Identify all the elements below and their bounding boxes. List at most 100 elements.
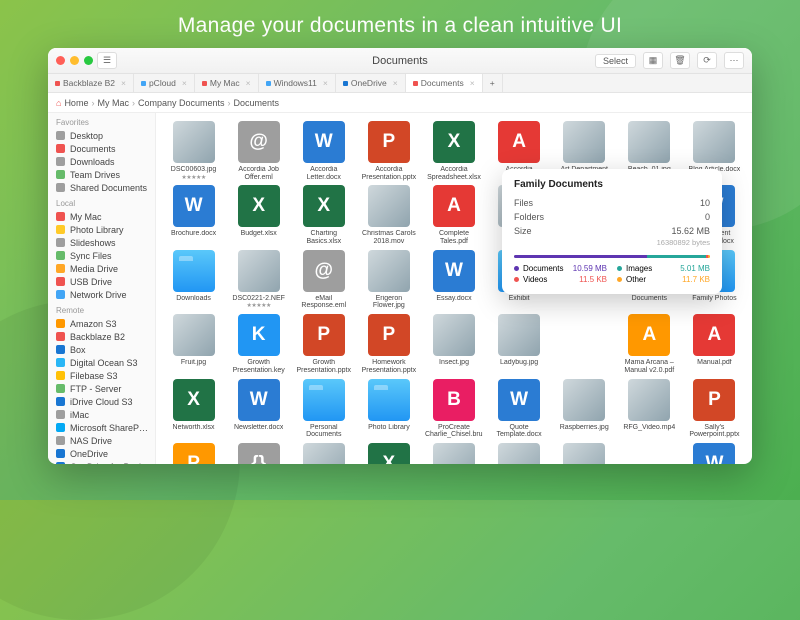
select-button[interactable]: Select	[595, 54, 636, 68]
file-item[interactable]: PAccordia Presentation.pptx	[357, 121, 420, 181]
tab[interactable]: Windows11×	[259, 74, 336, 92]
file-item[interactable]: Erigeron Flower.jpg	[357, 250, 420, 310]
file-item[interactable]: PHomework Presentation.pptx	[357, 314, 420, 374]
trash-button[interactable]: 🗑	[670, 52, 690, 69]
file-item[interactable]: PSally's Notes.pages	[162, 443, 225, 464]
close-tab-icon[interactable]: ×	[121, 78, 126, 88]
file-item[interactable]: Raspberries.jpg	[553, 379, 616, 439]
sidebar-item[interactable]: Filebase S3	[48, 369, 155, 382]
file-item[interactable]: PGrowth Presentation.pptx	[292, 314, 355, 374]
file-item[interactable]: BProCreate Charlie_Chisel.brush	[422, 379, 485, 439]
file-item[interactable]: RFG_Video.mp4	[618, 379, 681, 439]
file-item[interactable]: AManual.pdf	[683, 314, 746, 374]
sidebar-item[interactable]: My Mac	[48, 210, 155, 223]
sidebar-item[interactable]: Sync Files	[48, 249, 155, 262]
breadcrumb-item[interactable]: Documents	[234, 98, 280, 108]
file-item[interactable]: Insect.jpg	[422, 314, 485, 374]
sidebar-item-icon	[56, 157, 65, 166]
sidebar-item-icon	[56, 462, 65, 464]
breadcrumb-item[interactable]: Company Documents	[138, 98, 225, 108]
sidebar-item[interactable]: Photo Library	[48, 223, 155, 236]
sidebar-item[interactable]: OneDrive for Busi…	[48, 460, 155, 464]
file-thumbnail: P	[693, 379, 735, 421]
sidebar-item[interactable]: iMac	[48, 408, 155, 421]
tab[interactable]: Documents×	[406, 74, 483, 92]
file-item[interactable]: @eMail Response.eml	[292, 250, 355, 310]
file-thumbnail: X	[433, 121, 475, 163]
file-item[interactable]: DSC00603.jpg★★★★★	[162, 121, 225, 181]
sidebar-item[interactable]: USB Drive	[48, 275, 155, 288]
sidebar-item[interactable]: FTP - Server	[48, 382, 155, 395]
file-item[interactable]: WEssay.docx	[422, 250, 485, 310]
sidebar-item[interactable]: Shared Documents	[48, 181, 155, 194]
file-thumbnail: K	[238, 314, 280, 356]
sidebar-item[interactable]: iDrive Cloud S3	[48, 395, 155, 408]
tab[interactable]: Backblaze B2×	[48, 74, 134, 92]
sidebar-item[interactable]: Downloads	[48, 155, 155, 168]
sidebar-item[interactable]: Digital Ocean S3	[48, 356, 155, 369]
sidebar-toggle-button[interactable]: ☰	[97, 52, 117, 69]
new-tab-button[interactable]: +	[483, 74, 503, 92]
file-item[interactable]: Fruit.jpg	[162, 314, 225, 374]
close-tab-icon[interactable]: ×	[246, 78, 251, 88]
file-item[interactable]: AMama Arcana – Manual v2.0.pdf	[618, 314, 681, 374]
file-item[interactable]: KGrowth Presentation.key	[227, 314, 290, 374]
sidebar-item[interactable]: Network Drive	[48, 288, 155, 301]
home-icon[interactable]: ⌂	[56, 98, 61, 108]
file-item[interactable]: WQuote Template.docx	[488, 379, 551, 439]
file-item[interactable]: WSally's Charlton Business Plan…	[683, 443, 746, 464]
file-item[interactable]: Personal Documents	[292, 379, 355, 439]
file-item[interactable]: XAccordia Spreadsheet.xlsx	[422, 121, 485, 181]
file-item[interactable]: @Accordia Job Offer.eml	[227, 121, 290, 181]
sidebar-item[interactable]: NAS Drive	[48, 434, 155, 447]
sidebar-item[interactable]: Slideshows	[48, 236, 155, 249]
close-tab-icon[interactable]: ×	[393, 78, 398, 88]
file-item[interactable]: Downloads	[162, 250, 225, 310]
maximize-icon[interactable]	[84, 56, 93, 65]
tab[interactable]: OneDrive×	[336, 74, 406, 92]
close-tab-icon[interactable]: ×	[323, 78, 328, 88]
sidebar-item-icon	[56, 225, 65, 234]
file-item[interactable]: WAccordia Letter.docx	[292, 121, 355, 181]
breadcrumb-item[interactable]: My Mac	[97, 98, 129, 108]
file-item[interactable]: WBrochure.docx	[162, 185, 225, 245]
file-item[interactable]: Christmas Carols 2018.mov	[357, 185, 420, 245]
file-name: Erigeron Flower.jpg	[360, 295, 418, 310]
file-item[interactable]: Tulips.jpg	[553, 443, 616, 464]
file-item[interactable]: Snake.jpg	[292, 443, 355, 464]
file-item[interactable]: PSally's Powerpoint.pptx	[683, 379, 746, 439]
file-item[interactable]: Ladybug.jpg	[488, 314, 551, 374]
more-button[interactable]: ⋯	[724, 52, 744, 69]
close-icon[interactable]	[56, 56, 65, 65]
sidebar-item[interactable]: Amazon S3	[48, 317, 155, 330]
breadcrumb-item[interactable]: Home	[64, 98, 88, 108]
sidebar-item[interactable]: Team Drives	[48, 168, 155, 181]
file-item[interactable]: XBudget.xlsx	[227, 185, 290, 245]
sidebar-item[interactable]: OneDrive	[48, 447, 155, 460]
sidebar-item[interactable]: Backblaze B2	[48, 330, 155, 343]
file-item[interactable]: XCharting Basics.xlsx	[292, 185, 355, 245]
file-item[interactable]: DSC0221-2.NEF★★★★★	[227, 250, 290, 310]
file-item[interactable]: {}script.json	[227, 443, 290, 464]
file-item[interactable]: XSpreadsheet.xlsx	[357, 443, 420, 464]
tab[interactable]: My Mac×	[195, 74, 259, 92]
sidebar-item[interactable]: Microsoft ShareP…	[48, 421, 155, 434]
file-item[interactable]: Switzerland Holiday 2019.mov	[488, 443, 551, 464]
file-item[interactable]: WNewsletter.docx	[227, 379, 290, 439]
file-item[interactable]: XNetworth.xlsx	[162, 379, 225, 439]
legend-item: Documents10.59 MB	[514, 264, 607, 273]
file-item[interactable]: Sunset.jpg	[422, 443, 485, 464]
grid-view-button[interactable]: ▦	[643, 52, 663, 69]
file-name: Growth Presentation.pptx	[295, 359, 353, 374]
sidebar-item[interactable]: Documents	[48, 142, 155, 155]
close-tab-icon[interactable]: ×	[182, 78, 187, 88]
minimize-icon[interactable]	[70, 56, 79, 65]
sidebar-item[interactable]: Box	[48, 343, 155, 356]
tab[interactable]: pCloud×	[134, 74, 195, 92]
close-tab-icon[interactable]: ×	[470, 78, 475, 88]
refresh-button[interactable]: ⟳	[697, 52, 717, 69]
sidebar-item[interactable]: Media Drive	[48, 262, 155, 275]
sidebar-item[interactable]: Desktop	[48, 129, 155, 142]
file-item[interactable]: Photo Library	[357, 379, 420, 439]
file-item[interactable]: AComplete Tales.pdf	[422, 185, 485, 245]
